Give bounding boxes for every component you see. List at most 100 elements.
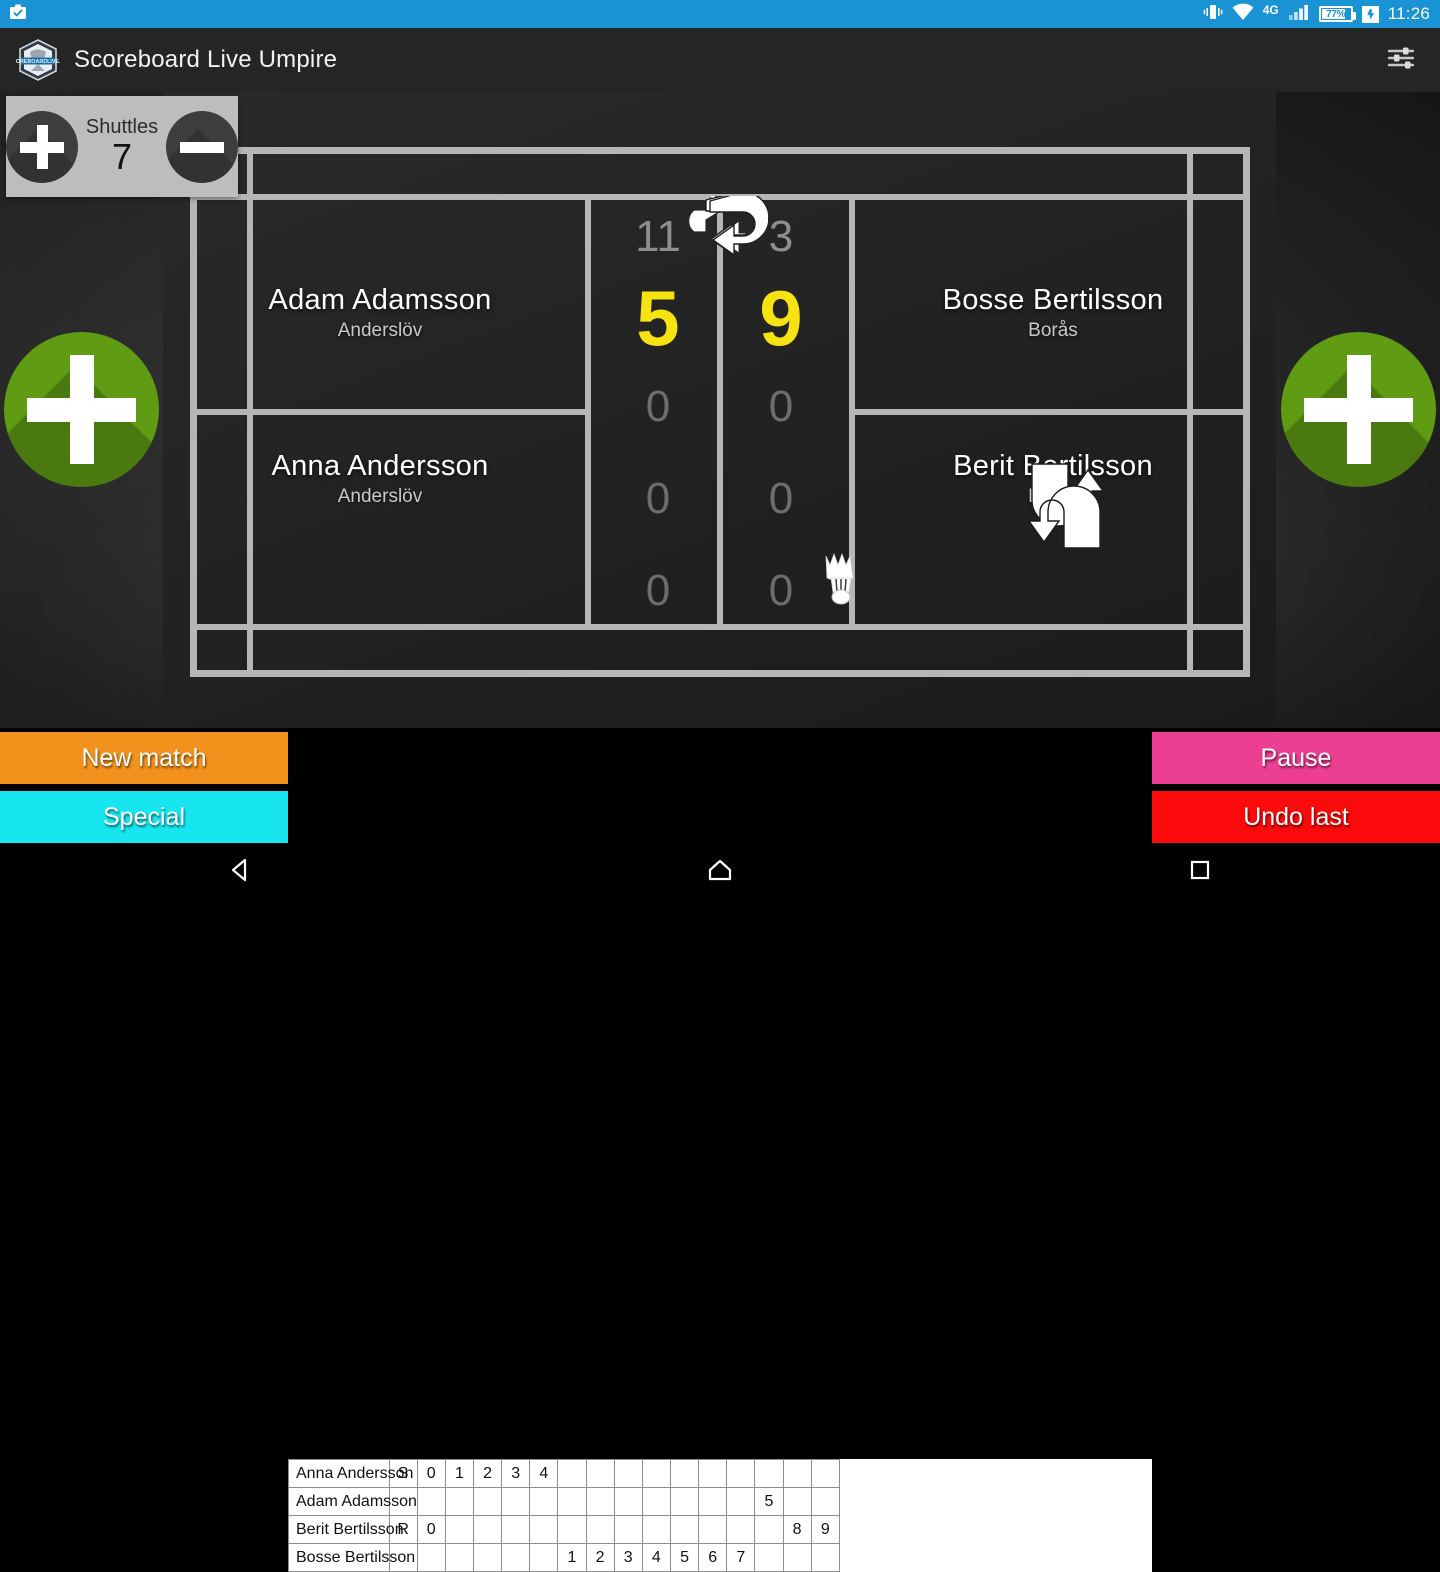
scoresheet-player-name: Bosse Bertilsson (288, 1543, 415, 1572)
scoresheet-cell: 3 (501, 1459, 531, 1488)
scoresheet-cell (585, 1459, 615, 1488)
scoresheet-table: Anna Andersson S 0 1 2 3 4 Adam Adamsson 5 Berit … (288, 1459, 841, 1572)
scoresheet-cell (613, 1459, 643, 1488)
status-bar-clock: 11:26 (1387, 4, 1430, 23)
scoresheet-cell (641, 1459, 671, 1488)
special-button[interactable]: Special (0, 791, 288, 843)
player-name: Bosse Bertilsson (942, 284, 1164, 316)
scoresheet-cell (782, 1487, 812, 1516)
scoresheet-cell (557, 1487, 587, 1516)
bottom-action-bar: New match Special Pause Undo last Anna A… (0, 728, 1440, 1572)
scoresheet[interactable]: Anna Andersson S 0 1 2 3 4 Adam Adamsson 5 Berit … (288, 1459, 1152, 1572)
scoresheet-cell: 5 (754, 1487, 784, 1516)
vibrate-icon (1203, 3, 1223, 26)
page-title: Scoreboard Live Umpire (74, 46, 338, 73)
scoresheet-cell (529, 1543, 559, 1572)
nav-recents-button[interactable] (1140, 844, 1260, 900)
shuttles-panel: Shuttles 7 (6, 96, 238, 197)
network-type-label: 4G (1262, 3, 1279, 17)
shuttles-increase-button[interactable] (6, 110, 78, 183)
scoresheet-cell (416, 1487, 446, 1516)
scoresheet-player-name: Berit Bertilsson (288, 1515, 404, 1544)
player-club: Borås (1028, 320, 1078, 341)
add-point-right-button[interactable] (1281, 332, 1436, 487)
scoresheet-cell (472, 1487, 503, 1516)
scoresheet-cell: 2 (472, 1459, 503, 1488)
pause-button[interactable]: Pause (1152, 732, 1440, 784)
scoresheet-cell (472, 1515, 503, 1544)
scoreboard-live-logo: SCOREBOARDLIVE.SE (8, 38, 68, 82)
back-triangle-icon (225, 855, 255, 890)
score-current-left: 5 (636, 274, 680, 362)
minus-icon (180, 141, 224, 153)
scoresheet-cell (641, 1515, 671, 1544)
scoresheet-cell (444, 1543, 474, 1572)
scoresheet-cell: 9 (810, 1515, 841, 1544)
scoresheet-cell (810, 1543, 841, 1572)
undo-last-button[interactable]: Undo last (1152, 791, 1440, 843)
scoresheet-player-name: Anna Andersson (288, 1459, 413, 1488)
scoresheet-cell (726, 1515, 756, 1544)
plus-icon-vertical (37, 124, 48, 169)
player-club: Anderslöv (337, 320, 423, 341)
battery-percent-label: 77% (1326, 8, 1346, 20)
scoresheet-cell (669, 1515, 700, 1544)
shuttles-readout: Shuttles 7 (78, 117, 166, 176)
swap-players-button[interactable] (1020, 460, 1112, 552)
charging-icon (1361, 5, 1379, 23)
shuttles-decrease-button[interactable] (166, 110, 238, 183)
scoresheet-cell (444, 1487, 474, 1516)
player-left-top[interactable]: Adam Adamsson Anderslöv (200, 284, 560, 342)
scoresheet-cell (669, 1487, 700, 1516)
svg-text:SCOREBOARDLIVE.SE: SCOREBOARDLIVE.SE (16, 59, 60, 65)
new-match-button[interactable]: New match (0, 732, 288, 784)
scoresheet-cell (529, 1487, 559, 1516)
add-point-left-button[interactable] (4, 332, 159, 487)
scoresheet-cell: 2 (585, 1543, 615, 1572)
android-status-bar: 4G 77% 11:26 (0, 0, 1440, 28)
scoresheet-cell (557, 1515, 587, 1544)
scoresheet-cell: 6 (698, 1543, 728, 1572)
swap-sides-button[interactable] (676, 189, 770, 272)
wifi-icon (1232, 3, 1254, 26)
shuttlecock-icon (812, 552, 870, 610)
long-shadow (166, 128, 238, 183)
nav-home-button[interactable] (660, 844, 780, 900)
sliders-icon (1384, 41, 1418, 80)
player-name: Adam Adamsson (268, 284, 492, 316)
scoresheet-cell (613, 1515, 643, 1544)
scoresheet-cell (501, 1543, 531, 1572)
scoresheet-cell (810, 1487, 841, 1516)
player-right-top[interactable]: Bosse Bertilsson Borås (873, 284, 1233, 342)
scoresheet-cell (613, 1487, 643, 1516)
scoresheet-row: Bosse Bertilsson 1 2 3 4 5 6 7 (288, 1543, 841, 1572)
nav-back-button[interactable] (180, 844, 300, 900)
plus-icon-vertical (1347, 355, 1371, 464)
scoresheet-row: Anna Andersson S 0 1 2 3 4 (288, 1459, 841, 1488)
score-current-right: 9 (759, 274, 803, 362)
settings-button[interactable] (1378, 37, 1424, 83)
scoresheet-cell (669, 1459, 700, 1488)
scoresheet-row: Adam Adamsson 5 (288, 1487, 841, 1516)
scoresheet-cell (641, 1487, 671, 1516)
scoresheet-cell: 0 (416, 1459, 446, 1488)
scoresheet-cell: 5 (669, 1543, 700, 1572)
scoresheet-cell (810, 1459, 841, 1488)
score-set3-right: 0 (768, 382, 794, 431)
scoresheet-cell (754, 1515, 784, 1544)
shuttles-label: Shuttles (85, 116, 159, 139)
score-set3-left: 0 (645, 382, 671, 431)
scoresheet-cell (501, 1515, 531, 1544)
scoresheet-cell (754, 1543, 784, 1572)
scoresheet-cell (585, 1515, 615, 1544)
player-name: Anna Andersson (271, 450, 489, 482)
scoresheet-cell (444, 1515, 474, 1544)
scoresheet-player-name: Adam Adamsson (288, 1487, 417, 1516)
shuttles-count: 7 (111, 136, 133, 178)
player-left-bottom[interactable]: Anna Andersson Anderslöv (200, 450, 560, 508)
score-set4-right: 0 (768, 474, 794, 523)
scoresheet-cell (698, 1459, 728, 1488)
scoresheet-cell (557, 1459, 587, 1488)
swap-horizontal-icon (676, 189, 770, 276)
player-club: Anderslöv (337, 486, 423, 507)
